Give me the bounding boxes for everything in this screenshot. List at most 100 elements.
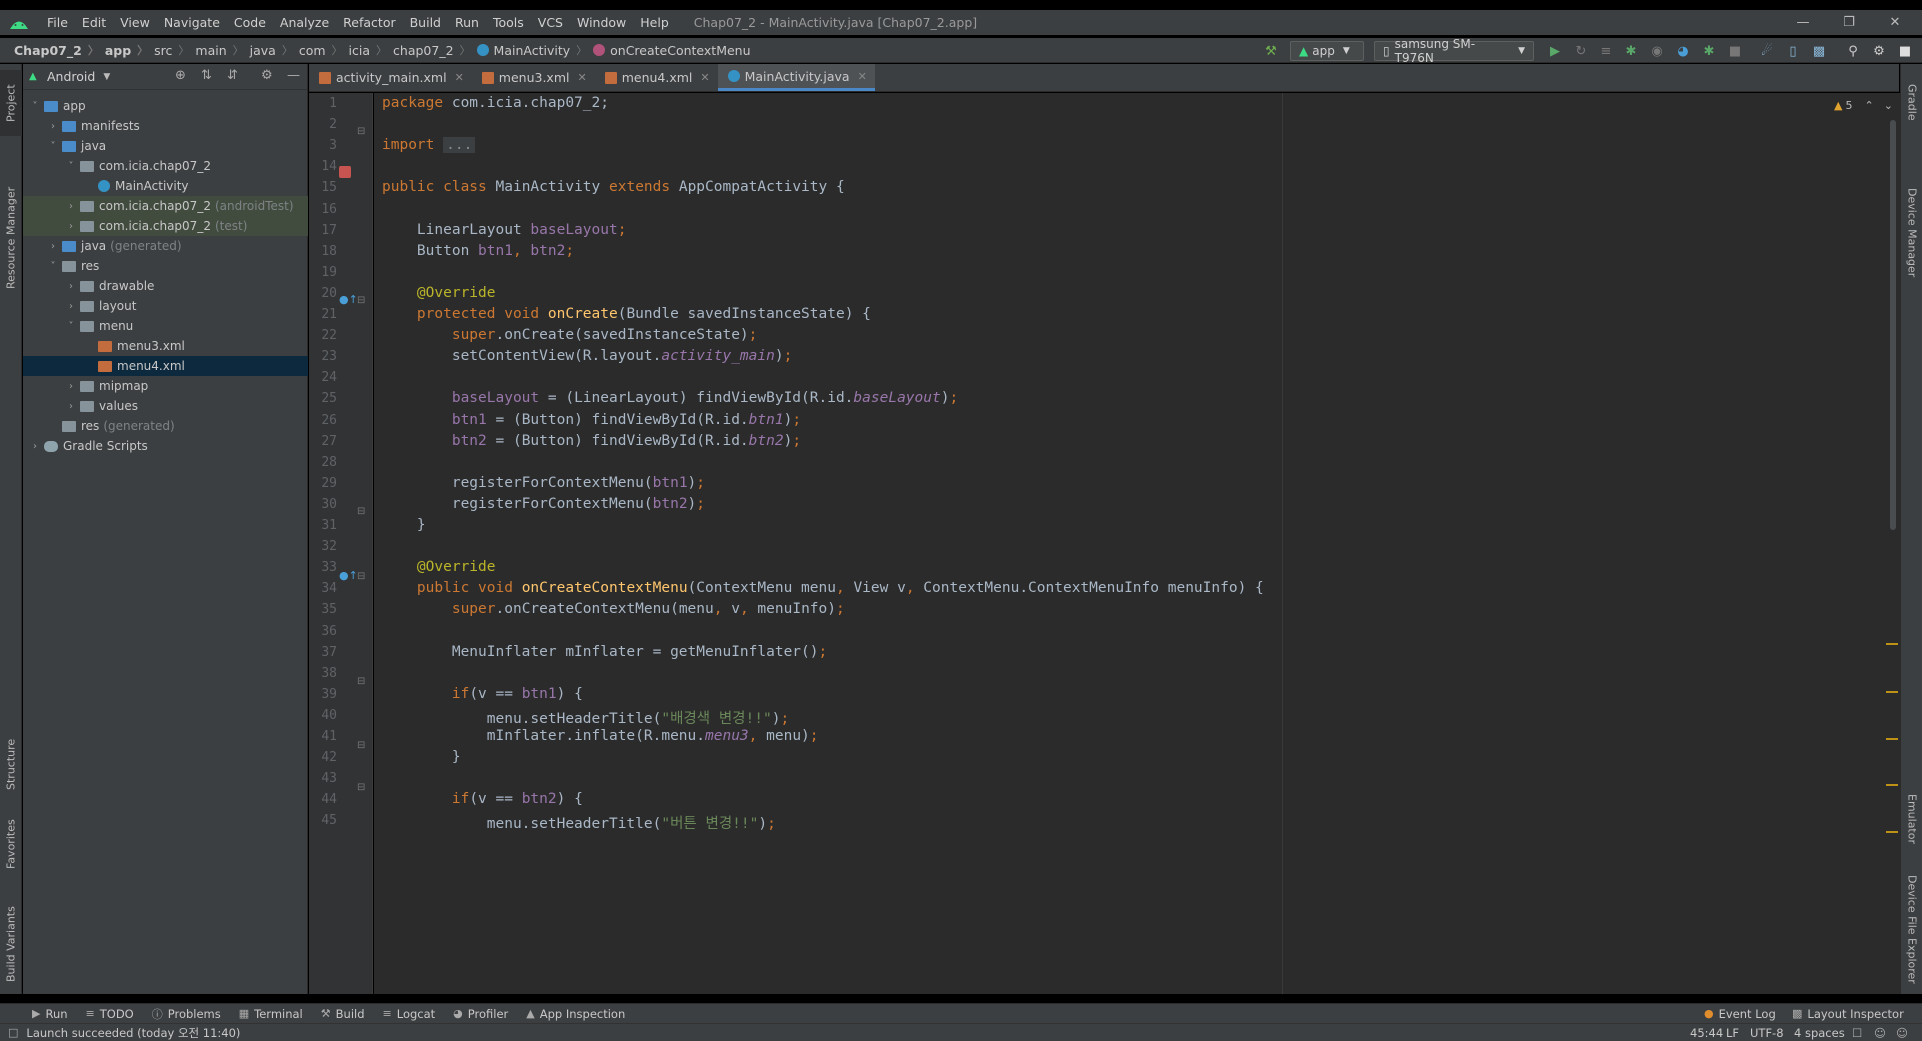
profiler-tool-button[interactable]: ◕ Profiler xyxy=(445,1007,518,1021)
favorites-tool-tab[interactable]: Favorites xyxy=(0,804,22,884)
sdk-manager-icon[interactable]: ▩ xyxy=(1810,42,1828,60)
tree-item[interactable]: ˅ menu xyxy=(23,316,308,336)
stop-icon[interactable]: ■ xyxy=(1726,42,1744,60)
debug-icon[interactable]: ✱ xyxy=(1622,42,1640,60)
breadcrumb-item[interactable]: app 〉 xyxy=(99,42,148,58)
tree-item[interactable]: ˅ app xyxy=(23,96,308,116)
breadcrumb-item[interactable]: java 〉 xyxy=(244,42,293,58)
tree-item[interactable]: ˅ java xyxy=(23,136,308,156)
inspection-widget[interactable]: ▲ 5 ⌃ ⌄ xyxy=(1834,99,1893,112)
device-manager-tool-tab[interactable]: Device Manager xyxy=(1901,148,1922,318)
expand-all-icon[interactable]: ⇅ xyxy=(201,68,212,83)
project-tool-tab[interactable]: Project xyxy=(0,70,22,136)
rerun-icon[interactable]: ↻ xyxy=(1572,42,1590,60)
chevron-right-icon[interactable]: › xyxy=(65,401,77,412)
chevron-down-icon[interactable]: ˅ xyxy=(29,101,41,112)
code-editor[interactable]: package com.icia.chap07_2; import ... publ… xyxy=(374,93,1900,994)
tab-menu3-xml[interactable]: menu3.xml ✕ xyxy=(472,64,595,91)
breadcrumb-item[interactable]: src 〉 xyxy=(148,42,189,58)
collapse-all-icon[interactable]: ⇵ xyxy=(227,68,238,83)
make-project-icon[interactable]: ⚒ xyxy=(1262,42,1280,60)
tree-item[interactable]: ˅ res xyxy=(23,256,308,276)
next-highlight-icon[interactable]: ⌄ xyxy=(1884,99,1893,112)
editor-scrollbar[interactable] xyxy=(1890,120,1896,530)
chevron-right-icon[interactable]: › xyxy=(65,281,77,292)
chevron-down-icon[interactable]: ˅ xyxy=(47,261,59,272)
run-class-icon[interactable] xyxy=(339,166,351,178)
inspector-face-icon[interactable]: ☺ xyxy=(1874,1024,1886,1041)
tree-item[interactable]: › layout xyxy=(23,296,308,316)
menu-run[interactable]: Run xyxy=(448,15,486,30)
event-log-tool-button[interactable]: ● Event Log xyxy=(1696,1007,1786,1021)
fold-icon[interactable]: ⊟ xyxy=(357,571,365,582)
chevron-right-icon[interactable]: › xyxy=(65,381,77,392)
menu-edit[interactable]: Edit xyxy=(75,15,113,30)
fold-icon[interactable]: ⊟ xyxy=(357,126,365,137)
breadcrumb-item[interactable]: icia 〉 xyxy=(343,42,387,58)
run-tool-button[interactable]: ▶ Run xyxy=(24,1007,78,1021)
close-tab-icon[interactable]: ✕ xyxy=(858,70,867,83)
device-dropdown[interactable]: ▯ samsung SM-T976N ▼ xyxy=(1374,37,1534,65)
chevron-down-icon[interactable]: ˅ xyxy=(65,161,77,172)
settings-gear-icon[interactable]: ⚙ xyxy=(1870,42,1888,60)
tree-item[interactable]: › com.icia.chap07_2 (test) xyxy=(23,216,308,236)
previous-highlight-icon[interactable]: ⌃ xyxy=(1864,99,1873,112)
gradle-tool-tab[interactable]: Gradle xyxy=(1901,70,1922,134)
tree-item[interactable]: › com.icia.chap07_2 (androidTest) xyxy=(23,196,308,216)
device-manager-icon[interactable]: ▯ xyxy=(1784,42,1802,60)
toggle-tool-windows-icon[interactable]: □ xyxy=(8,1026,18,1039)
apply-changes-icon[interactable]: ≡ xyxy=(1597,42,1615,60)
tree-item[interactable]: menu3.xml xyxy=(23,336,308,356)
close-icon[interactable]: ✕ xyxy=(1872,10,1918,35)
indent-setting[interactable]: 4 spaces xyxy=(1794,1024,1845,1041)
minimize-icon[interactable]: — xyxy=(1780,10,1826,35)
menu-file[interactable]: File xyxy=(40,15,75,30)
build-variants-tool-tab[interactable]: Build Variants xyxy=(0,894,22,994)
menu-view[interactable]: View xyxy=(113,15,157,30)
chevron-right-icon[interactable]: › xyxy=(47,241,59,252)
layout-inspector-tool-button[interactable]: ▩ Layout Inspector xyxy=(1784,1007,1914,1021)
chevron-down-icon[interactable]: ˅ xyxy=(65,321,77,332)
tree-item[interactable]: › drawable xyxy=(23,276,308,296)
run-config-dropdown[interactable]: ▲ app ▼ xyxy=(1290,41,1364,61)
structure-tool-tab[interactable]: Structure xyxy=(0,724,22,804)
warning-marker[interactable] xyxy=(1886,643,1898,645)
tree-item[interactable]: ˅ com.icia.chap07_2 xyxy=(23,156,308,176)
logcat-tool-button[interactable]: ≡ Logcat xyxy=(375,1007,446,1021)
caret-position[interactable]: 45:44 xyxy=(1690,1024,1723,1041)
chevron-right-icon[interactable]: › xyxy=(65,221,77,232)
coverage-icon[interactable]: ◉ xyxy=(1648,42,1666,60)
menu-help[interactable]: Help xyxy=(633,15,676,30)
fold-icon[interactable]: ⊟ xyxy=(357,740,365,751)
chevron-down-icon[interactable]: ▼ xyxy=(103,72,110,82)
gear-icon[interactable]: ⚙ xyxy=(261,68,273,83)
breadcrumb-item[interactable]: onCreateContextMenu xyxy=(587,43,751,58)
profile-icon[interactable]: ◕ xyxy=(1674,42,1692,60)
terminal-tool-button[interactable]: ▦ Terminal xyxy=(231,1007,313,1021)
tab-mainactivity-java[interactable]: MainActivity.java ✕ xyxy=(717,64,875,91)
lock-icon[interactable]: ☐ xyxy=(1852,1024,1862,1041)
chevron-right-icon[interactable]: › xyxy=(65,301,77,312)
override-method-icon[interactable]: ●↑ xyxy=(339,569,358,582)
tree-item[interactable]: › mipmap xyxy=(23,376,308,396)
app-inspection-tool-button[interactable]: ▲ App Inspection xyxy=(518,1007,635,1021)
tab-activity-main-xml[interactable]: activity_main.xml ✕ xyxy=(309,64,472,91)
tree-item[interactable]: › java (generated) xyxy=(23,236,308,256)
chevron-down-icon[interactable]: ˅ xyxy=(47,141,59,152)
menu-refactor[interactable]: Refactor xyxy=(336,15,402,30)
breadcrumb-item[interactable]: MainActivity 〉 xyxy=(471,42,587,58)
file-encoding[interactable]: UTF-8 xyxy=(1750,1024,1784,1041)
feedback-icon[interactable]: ☺ xyxy=(1896,1024,1908,1041)
warning-marker[interactable] xyxy=(1886,784,1898,786)
breadcrumb-item[interactable]: Chap07_2 〉 xyxy=(6,42,99,58)
folded-imports[interactable]: ... xyxy=(443,137,476,154)
tree-item[interactable]: menu4.xml xyxy=(23,356,308,376)
search-icon[interactable]: ⚲ xyxy=(1844,42,1862,60)
breadcrumb-item[interactable]: com 〉 xyxy=(293,42,343,58)
hide-panel-icon[interactable]: — xyxy=(287,68,300,83)
override-method-icon[interactable]: ●↑ xyxy=(339,293,358,306)
tree-item[interactable]: › Gradle Scripts xyxy=(23,436,308,456)
line-separator[interactable]: LF xyxy=(1726,1024,1739,1041)
tree-item[interactable]: › manifests xyxy=(23,116,308,136)
warning-marker[interactable] xyxy=(1886,831,1898,833)
